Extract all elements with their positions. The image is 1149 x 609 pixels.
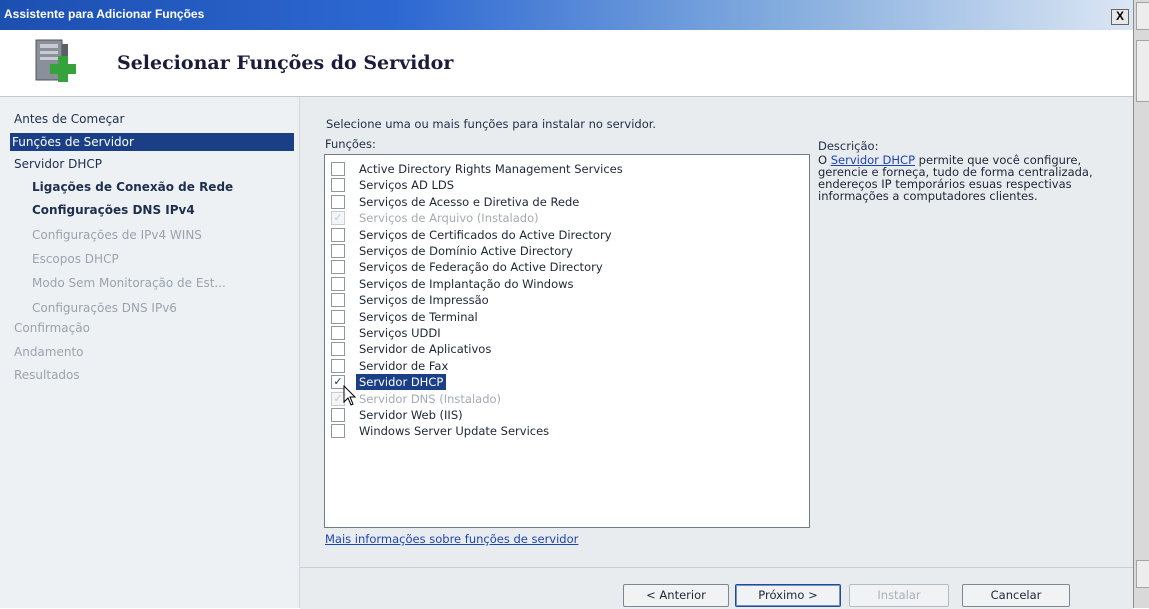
checkbox[interactable] xyxy=(331,326,345,340)
nav-step-item: Andamento xyxy=(14,345,84,359)
install-button[interactable]: Instalar xyxy=(849,584,949,607)
role-label: Serviços UDDI xyxy=(359,326,441,340)
checkbox[interactable] xyxy=(331,260,345,275)
nav-step-item: Escopos DHCP xyxy=(32,252,119,266)
role-label: Servidor DNS (Instalado) xyxy=(359,391,502,406)
nav-step-item: Configurações de IPv4 WINS xyxy=(32,228,202,242)
wizard-header: Selecionar Funções do Servidor xyxy=(0,30,1133,97)
more-info-link[interactable]: Mais informações sobre funções de servid… xyxy=(325,532,578,546)
role-label: Serviços de Arquivo (Instalado) xyxy=(359,211,539,226)
instruction-text: Selecione uma ou mais funções para insta… xyxy=(326,117,657,131)
checkbox[interactable] xyxy=(331,162,345,176)
close-button[interactable]: X xyxy=(1111,9,1129,25)
checkbox-checked: ✓ xyxy=(331,211,345,226)
checkbox[interactable] xyxy=(331,276,345,291)
functions-label: Funções: xyxy=(325,137,376,151)
server-add-icon xyxy=(35,39,76,82)
scroll-down-button[interactable] xyxy=(1136,560,1149,588)
next-button[interactable]: Próximo > xyxy=(735,584,841,607)
checkbox[interactable] xyxy=(331,194,345,209)
nav-step-item: Configurações DNS IPv6 xyxy=(32,301,177,315)
checkbox[interactable] xyxy=(331,358,345,373)
checkbox[interactable] xyxy=(331,309,345,324)
role-label: Windows Server Update Services xyxy=(359,424,550,439)
role-label: Serviços de Domínio Active Directory xyxy=(359,244,573,258)
background-scrollbar[interactable] xyxy=(1133,0,1149,608)
scroll-thumb[interactable] xyxy=(1136,40,1149,102)
role-label: Servidor DHCP xyxy=(356,374,447,391)
role-label: Serviços de Acesso e Diretiva de Rede xyxy=(359,194,580,209)
nav-step-item[interactable]: Servidor DHCP xyxy=(14,157,102,171)
nav-step-item[interactable]: Configurações DNS IPv4 xyxy=(32,203,195,217)
checkbox[interactable] xyxy=(331,408,345,422)
checkbox[interactable] xyxy=(331,293,345,308)
nav-step-item[interactable]: Ligações de Conexão de Rede xyxy=(32,180,233,194)
title-bar[interactable]: Assistente para Adicionar Funções X xyxy=(0,0,1133,30)
mouse-pointer-icon xyxy=(343,385,357,406)
nav-step-item: Resultados xyxy=(14,368,80,382)
role-label: Serviços de Implantação do Windows xyxy=(359,276,574,291)
nav-step-item[interactable]: Funções de Servidor xyxy=(10,133,294,151)
scroll-up-button[interactable] xyxy=(1136,2,1149,30)
role-label: Servidor de Fax xyxy=(359,358,449,373)
role-label: Serviços AD LDS xyxy=(359,178,455,193)
nav-step-item: Confirmação xyxy=(14,321,90,335)
role-label: Serviços de Certificados do Active Direc… xyxy=(359,227,612,242)
checkbox[interactable] xyxy=(331,342,345,357)
checkbox[interactable] xyxy=(331,178,345,193)
role-label: Serviços de Federação do Active Director… xyxy=(359,260,603,275)
role-label: Serviços de Impressão xyxy=(359,293,489,308)
cancel-button[interactable]: Cancelar xyxy=(962,584,1070,607)
window-title: Assistente para Adicionar Funções xyxy=(4,7,205,21)
checkbox[interactable] xyxy=(331,227,345,242)
nav-step-item[interactable]: Antes de Começar xyxy=(14,112,124,126)
role-label: Active Directory Rights Management Servi… xyxy=(359,162,623,176)
checkbox[interactable] xyxy=(331,244,345,258)
nav-step-item: Modo Sem Monitoração de Est... xyxy=(32,276,226,290)
back-button[interactable]: < Anterior xyxy=(623,584,729,607)
checkbox[interactable] xyxy=(331,424,345,439)
add-roles-wizard-window: Assistente para Adicionar Funções X Sele… xyxy=(0,0,1133,609)
description-text: O Servidor DHCP permite que você configu… xyxy=(818,154,1094,202)
roles-listbox[interactable]: Active Directory Rights Management Servi… xyxy=(324,154,810,528)
role-label: Servidor Web (IIS) xyxy=(359,408,463,422)
role-label: Servidor de Aplicativos xyxy=(359,342,492,357)
description-title: Descrição: xyxy=(818,139,879,153)
page-title: Selecionar Funções do Servidor xyxy=(117,52,454,74)
role-label: Serviços de Terminal xyxy=(359,309,478,324)
